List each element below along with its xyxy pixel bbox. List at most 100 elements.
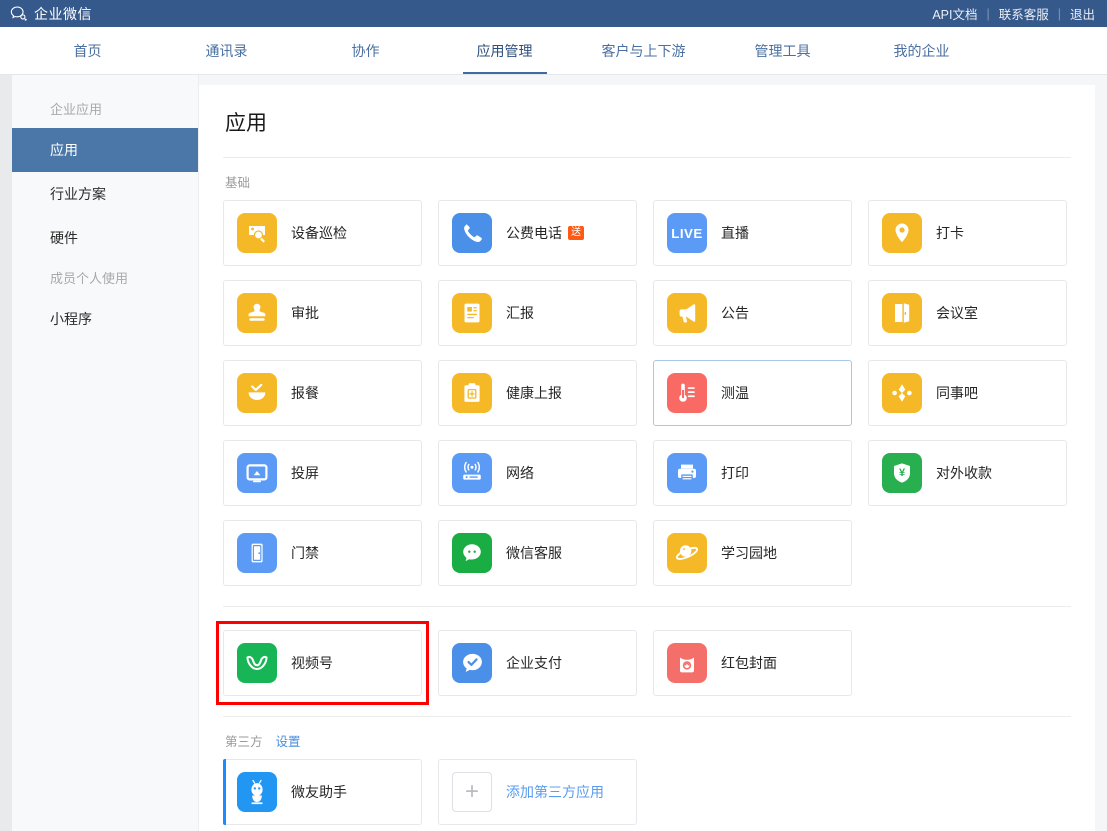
app-card[interactable]: 公告	[653, 280, 852, 346]
app-card-label-wrap: 添加第三方应用	[506, 782, 604, 802]
sidebar-item-2-1[interactable]: 小程序	[12, 297, 198, 341]
nav-item-6[interactable]: 管理工具	[713, 27, 852, 74]
app-card-label-wrap: 投屏	[291, 463, 319, 483]
app-card[interactable]: 测温	[653, 360, 852, 426]
section-label	[223, 607, 1071, 630]
app-card-label: 审批	[291, 305, 319, 321]
app-grid: 微友助手 + 添加第三方应用	[223, 759, 1071, 825]
nav-item-label: 我的企业	[893, 42, 950, 59]
door-icon	[882, 293, 922, 333]
app-card[interactable]: 微信客服	[438, 520, 637, 586]
app-card[interactable]: + 添加第三方应用	[438, 759, 637, 825]
app-card[interactable]: 汇报	[438, 280, 637, 346]
sidebar-item-1-1[interactable]: 应用	[12, 128, 198, 172]
clipboard-plus-icon	[452, 373, 492, 413]
app-card-label-wrap: 健康上报	[506, 383, 562, 403]
app-card-label-wrap: 红包封面	[721, 653, 777, 673]
app-card-label: 投屏	[291, 465, 319, 481]
separator: |	[986, 6, 990, 21]
app-card[interactable]: 会议室	[868, 280, 1067, 346]
app-card-label: 微信客服	[506, 545, 562, 561]
app-card-label: 对外收款	[936, 465, 992, 481]
app-card[interactable]: 打印	[653, 440, 852, 506]
app-card-label-wrap: 对外收款	[936, 463, 992, 483]
diamond-icon	[882, 373, 922, 413]
app-card-label: 直播	[721, 225, 749, 241]
pay-check-icon	[452, 643, 492, 683]
app-card[interactable]: ¥ 对外收款	[868, 440, 1067, 506]
app-card-label-wrap: 视频号	[291, 653, 333, 673]
app-card[interactable]: 投屏	[223, 440, 422, 506]
app-card[interactable]: 红包封面	[653, 630, 852, 696]
inspection-icon	[237, 213, 277, 253]
app-card[interactable]: 企业支付	[438, 630, 637, 696]
plus-icon: +	[452, 772, 492, 812]
section-label-text: 第三方	[225, 735, 263, 749]
sidebar-item-1-3[interactable]: 硬件	[12, 216, 198, 260]
app-card-label: 公费电话	[506, 225, 562, 241]
app-card-label-wrap: 直播	[721, 223, 749, 243]
app-card[interactable]: 网络	[438, 440, 637, 506]
nav-item-2[interactable]: 通讯录	[157, 27, 296, 74]
app-card[interactable]: 微友助手	[223, 759, 422, 825]
sidebar-item-label: 硬件	[50, 230, 78, 246]
sidebar-item-label: 应用	[50, 142, 78, 158]
app-card[interactable]: 报餐	[223, 360, 422, 426]
wifi-router-icon	[452, 453, 492, 493]
app-card-label-wrap: 微信客服	[506, 543, 562, 563]
app-card-label: 网络	[506, 465, 534, 481]
shield-yuan-icon: ¥	[882, 453, 922, 493]
app-card-label-wrap: 企业支付	[506, 653, 562, 673]
section-settings-link[interactable]: 设置	[276, 731, 301, 750]
sidebar-item-1-2[interactable]: 行业方案	[12, 172, 198, 216]
nav-item-7[interactable]: 我的企业	[852, 27, 991, 74]
app-card[interactable]: 审批	[223, 280, 422, 346]
bowl-icon	[237, 373, 277, 413]
app-grid: 设备巡检 公费电话送 LIVE 直播 打卡审批 汇报 公告 会议室报餐 健康上报 测温 同事吧投屏 网…	[223, 200, 1071, 586]
nav-item-label: 应用管理	[476, 42, 533, 59]
app-card-label-wrap: 打卡	[936, 223, 964, 243]
app-card[interactable]: 学习园地	[653, 520, 852, 586]
contact-support-link[interactable]: 联系客服	[999, 4, 1049, 23]
app-card-label-wrap: 测温	[721, 383, 749, 403]
app-card[interactable]: 视频号	[216, 621, 429, 705]
content-panel: 应用 基础 设备巡检 公费电话送 LIVE 直播 打卡审批 汇报 公告 会议室报餐 健康上报 测温 同…	[199, 85, 1095, 831]
nav-item-label: 协作	[351, 42, 380, 59]
app-card-label-wrap: 公告	[721, 303, 749, 323]
app-card-label: 学习园地	[721, 545, 777, 561]
app-card-label: 汇报	[506, 305, 534, 321]
app-card-label: 打印	[721, 465, 749, 481]
location-pin-icon	[882, 213, 922, 253]
nav-item-5[interactable]: 客户与上下游	[574, 27, 713, 74]
body-wrapper: 企业应用 应用 行业方案 硬件 成员个人使用 小程序 应用 基础 设备巡检 公费电话送 LIVE…	[0, 75, 1107, 831]
app-card[interactable]: 公费电话送	[438, 200, 637, 266]
channels-icon	[237, 643, 277, 683]
app-card[interactable]: 门禁	[223, 520, 422, 586]
app-grid: 视频号 企业支付 红包封面	[216, 621, 1071, 705]
svg-text:LIVE: LIVE	[671, 226, 703, 241]
megaphone-icon	[667, 293, 707, 333]
app-card[interactable]: 打卡	[868, 200, 1067, 266]
planet-icon	[667, 533, 707, 573]
nav-item-1[interactable]: 首页	[18, 27, 157, 74]
section-label: 基础	[223, 158, 1071, 200]
nav-item-label: 管理工具	[754, 42, 811, 59]
app-card-label-wrap: 学习园地	[721, 543, 777, 563]
logout-link[interactable]: 退出	[1070, 4, 1095, 23]
api-docs-link[interactable]: API文档	[932, 4, 977, 23]
page-title: 应用	[225, 112, 267, 135]
topbar-links: API文档 | 联系客服 | 退出	[932, 4, 1095, 23]
app-card[interactable]: 设备巡检	[223, 200, 422, 266]
app-card[interactable]: 健康上报	[438, 360, 637, 426]
screencast-icon	[237, 453, 277, 493]
brand-name: 企业微信	[34, 5, 92, 22]
nav-item-3[interactable]: 协作	[296, 27, 435, 74]
sidebar-item-label: 行业方案	[50, 186, 106, 202]
stamp-icon	[237, 293, 277, 333]
app-card-label-wrap: 网络	[506, 463, 534, 483]
app-card[interactable]: 同事吧	[868, 360, 1067, 426]
app-card[interactable]: LIVE 直播	[653, 200, 852, 266]
nav-item-4[interactable]: 应用管理	[435, 27, 574, 74]
live-icon: LIVE	[667, 213, 707, 253]
section-label: 第三方 设置	[223, 717, 1071, 759]
